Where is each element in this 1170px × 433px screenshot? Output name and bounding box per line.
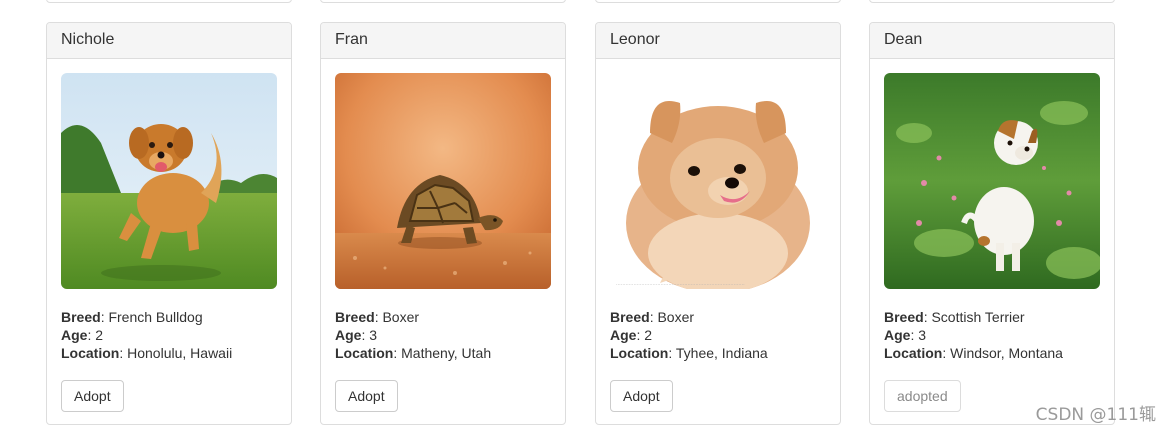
svg-text:..............................: ........................................…: [616, 281, 745, 287]
breed-label: Breed: [335, 309, 375, 325]
location-row: Location: Tyhee, Indiana: [610, 345, 768, 361]
pet-photo-golden-retriever: [61, 73, 277, 289]
age-label: Age: [335, 327, 362, 343]
previous-row-card: [320, 0, 566, 3]
location-value: Matheny, Utah: [401, 345, 492, 361]
breed-value: French Bulldog: [108, 309, 203, 325]
location-value: Honolulu, Hawaii: [127, 345, 233, 361]
breed-label: Breed: [610, 309, 650, 325]
pet-card: Fran Breed: Boxer Age: 3 Location: Mathe…: [320, 22, 566, 425]
pet-card-body: Breed: Scottish Terrier Age: 3 Location:…: [870, 59, 1114, 412]
age-value: 3: [918, 327, 927, 343]
adopt-button[interactable]: Adopt: [610, 380, 673, 412]
age-value: 2: [644, 327, 653, 343]
age-row: Age: 2: [610, 327, 653, 343]
breed-row: Breed: French Bulldog: [61, 309, 203, 325]
pet-details: Breed: Boxer Age: 3 Location: Matheny, U…: [335, 308, 551, 362]
pet-card: Nichole Breed: French Bulldog Age: 2 Loc…: [46, 22, 292, 425]
age-label: Age: [884, 327, 911, 343]
breed-value: Boxer: [382, 309, 420, 325]
pet-card-body: Breed: Boxer Age: 3 Location: Matheny, U…: [321, 59, 565, 412]
pet-card-body: ........................................…: [596, 59, 840, 412]
previous-row-card: [46, 0, 292, 3]
age-label: Age: [61, 327, 88, 343]
age-label: Age: [610, 327, 637, 343]
adopt-button[interactable]: Adopt: [335, 380, 398, 412]
pet-details: Breed: French Bulldog Age: 2 Location: H…: [61, 308, 277, 362]
breed-value: Boxer: [657, 309, 695, 325]
location-label: Location: [884, 345, 943, 361]
age-row: Age: 3: [884, 327, 927, 343]
pet-photo-pomeranian: ........................................…: [610, 73, 826, 289]
location-row: Location: Matheny, Utah: [335, 345, 492, 361]
pet-name: Dean: [870, 23, 1114, 59]
breed-row: Breed: Boxer: [335, 309, 420, 325]
location-row: Location: Windsor, Montana: [884, 345, 1063, 361]
breed-label: Breed: [884, 309, 924, 325]
watermark: CSDN @111辄: [1035, 405, 1156, 425]
pet-name: Nichole: [47, 23, 291, 59]
location-value: Windsor, Montana: [950, 345, 1063, 361]
age-value: 3: [369, 327, 378, 343]
breed-row: Breed: Boxer: [610, 309, 695, 325]
location-row: Location: Honolulu, Hawaii: [61, 345, 233, 361]
pet-card: Dean Breed: Scottish Terrier Age: 3 Loca…: [869, 22, 1115, 425]
pet-card: Leonor .................................…: [595, 22, 841, 425]
age-value: 2: [95, 327, 104, 343]
location-label: Location: [610, 345, 669, 361]
breed-value: Scottish Terrier: [931, 309, 1025, 325]
adopted-button[interactable]: adopted: [884, 380, 961, 412]
pet-photo-tortoise: [335, 73, 551, 289]
age-row: Age: 2: [61, 327, 104, 343]
adopt-button[interactable]: Adopt: [61, 380, 124, 412]
location-label: Location: [335, 345, 394, 361]
breed-label: Breed: [61, 309, 101, 325]
pet-details: Breed: Scottish Terrier Age: 3 Location:…: [884, 308, 1100, 362]
pet-details: Breed: Boxer Age: 2 Location: Tyhee, Ind…: [610, 308, 826, 362]
pet-name: Fran: [321, 23, 565, 59]
pet-photo-puppy: [884, 73, 1100, 289]
pet-card-body: Breed: French Bulldog Age: 2 Location: H…: [47, 59, 291, 412]
pet-name: Leonor: [596, 23, 840, 59]
previous-row-card: [595, 0, 841, 3]
breed-row: Breed: Scottish Terrier: [884, 309, 1025, 325]
location-value: Tyhee, Indiana: [675, 345, 768, 361]
location-label: Location: [61, 345, 120, 361]
age-row: Age: 3: [335, 327, 378, 343]
previous-row-card: [869, 0, 1115, 3]
